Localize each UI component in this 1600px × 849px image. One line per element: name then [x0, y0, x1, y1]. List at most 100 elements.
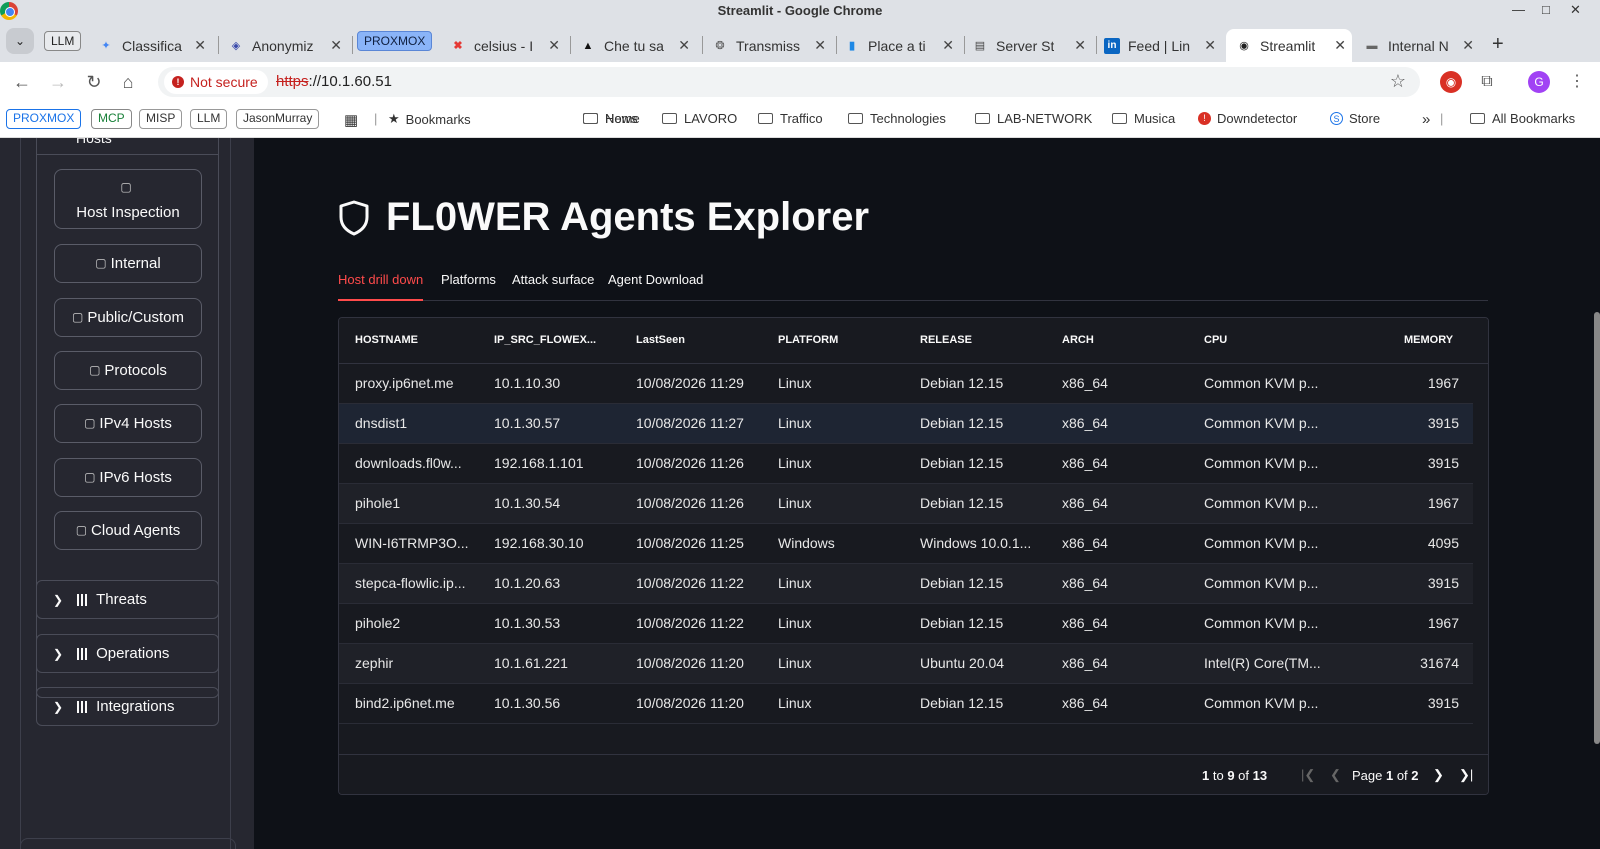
cell-arch[interactable]: x86_64	[1062, 375, 1192, 391]
table-row[interactable]: stepca-flowlic.ip... 10.1.20.63 10/08/2026…	[339, 564, 1473, 604]
cell-ip-src[interactable]: 10.1.30.56	[494, 695, 624, 711]
bookmark-llm[interactable]: LLM	[190, 109, 228, 129]
bookmark-mcp[interactable]: MCP	[91, 109, 132, 129]
bookmark-downdetector[interactable]: ! Downdetector	[1198, 111, 1297, 126]
cell-release[interactable]: Debian 12.15	[920, 495, 1035, 511]
cell-lastseen[interactable]: 10/08/2026 11:26	[636, 455, 766, 471]
tab-attack-surface[interactable]: Attack surface	[512, 272, 594, 301]
cell-hostname[interactable]: zephir	[355, 655, 475, 671]
integrations-expander[interactable]: ❯ Integrations	[36, 687, 219, 726]
cell-arch[interactable]: x86_64	[1062, 615, 1192, 631]
cell-platform[interactable]: Linux	[778, 495, 908, 511]
home-icon[interactable]: ⌂	[116, 70, 140, 94]
cell-arch[interactable]: x86_64	[1062, 495, 1192, 511]
tab-close-icon[interactable]: ✕	[194, 37, 206, 54]
forward-icon[interactable]: →	[46, 70, 70, 94]
tab-close-icon[interactable]: ✕	[814, 37, 826, 54]
cell-ip-src[interactable]: 10.1.61.221	[494, 655, 624, 671]
bookmark-musica[interactable]: Musica	[1112, 111, 1175, 126]
column-header-ip-src[interactable]: IP_SRC_FLOWEX...	[494, 334, 596, 346]
cell-platform[interactable]: Linux	[778, 655, 908, 671]
column-header-lastseen[interactable]: LastSeen	[636, 334, 685, 346]
cell-platform[interactable]: Windows	[778, 535, 908, 551]
more-bookmarks-icon[interactable]: »	[1422, 111, 1430, 128]
page-scrollbar[interactable]	[1594, 312, 1600, 744]
table-row[interactable]: pihole2 10.1.30.53 10/08/2026 11:22 Linux De…	[339, 604, 1473, 644]
bookmark-bookmarks[interactable]: ★ Bookmarks	[388, 111, 471, 127]
cell-arch[interactable]: x86_64	[1062, 415, 1192, 431]
tab-place-a-ti[interactable]: ▮ Place a ti ✕	[844, 29, 960, 62]
tab-agent-download[interactable]: Agent Download	[608, 272, 703, 301]
column-header-memory[interactable]: MEMORY	[1404, 334, 1453, 346]
menu-icon[interactable]: ⋮	[1566, 71, 1588, 93]
cell-platform[interactable]: Linux	[778, 415, 908, 431]
cell-hostname[interactable]: pihole1	[355, 495, 475, 511]
cell-platform[interactable]: Linux	[778, 455, 908, 471]
cell-cpu[interactable]: Intel(R) Core(TM...	[1204, 655, 1324, 671]
table-row[interactable]: WIN-I6TRMP3O... 192.168.30.10 10/08/2026 1…	[339, 524, 1473, 564]
tab-internal[interactable]: ▬ Internal N ✕	[1364, 29, 1480, 62]
cell-lastseen[interactable]: 10/08/2026 11:25	[636, 535, 766, 551]
tab-close-icon[interactable]: ✕	[548, 37, 560, 54]
bookmark-star-icon[interactable]: ☆	[1390, 71, 1406, 92]
cell-platform[interactable]: Linux	[778, 615, 908, 631]
cell-release[interactable]: Windows 10.0.1...	[920, 535, 1035, 551]
cell-memory[interactable]: 3915	[1349, 455, 1459, 471]
protocols-button[interactable]: ▢ Protocols	[54, 351, 202, 390]
tab-close-icon[interactable]: ✕	[1462, 37, 1474, 54]
ipv4-hosts-button[interactable]: ▢ IPv4 Hosts	[54, 404, 202, 443]
tab-host-drill-down[interactable]: Host drill down	[338, 272, 424, 301]
table-row[interactable]: downloads.fl0w... 192.168.1.101 10/08/2026…	[339, 444, 1473, 484]
column-header-arch[interactable]: ARCH	[1062, 334, 1094, 346]
first-page-icon[interactable]: |❮	[1301, 767, 1315, 783]
cell-platform[interactable]: Linux	[778, 695, 908, 711]
bookmark-technologies[interactable]: Technologies	[848, 111, 946, 126]
cell-ip-src[interactable]: 192.168.30.10	[494, 535, 624, 551]
table-row[interactable]: dnsdist1 10.1.30.57 10/08/2026 11:27 Linux D…	[339, 404, 1473, 444]
ipv6-hosts-button[interactable]: ▢ IPv6 Hosts	[54, 458, 202, 497]
extensions-icon[interactable]: ⧉	[1476, 71, 1498, 93]
cell-release[interactable]: Debian 12.15	[920, 455, 1035, 471]
close-window-icon[interactable]: ✕	[1570, 2, 1581, 18]
profile-avatar[interactable]: G	[1528, 71, 1550, 93]
cell-hostname[interactable]: WIN-I6TRMP3O...	[355, 535, 475, 551]
threats-expander[interactable]: ❯ Threats	[36, 580, 219, 619]
cell-memory[interactable]: 3915	[1349, 695, 1459, 711]
host-inspection-button[interactable]: ▢ Host Inspection	[54, 169, 202, 229]
address-bar[interactable]: ! Not secure https://10.1.60.51 ☆	[158, 67, 1420, 97]
column-header-hostname[interactable]: HOSTNAME	[355, 334, 418, 346]
cell-lastseen[interactable]: 10/08/2026 11:27	[636, 415, 766, 431]
table-row[interactable]: zephir 10.1.61.221 10/08/2026 11:20 Linux Ub…	[339, 644, 1473, 684]
cell-cpu[interactable]: Common KVM p...	[1204, 575, 1324, 591]
tab-streamlit[interactable]: ◉ Streamlit ✕	[1226, 29, 1352, 62]
table-row[interactable]: pihole1 10.1.30.54 10/08/2026 11:26 Linux De…	[339, 484, 1473, 524]
cell-lastseen[interactable]: 10/08/2026 11:29	[636, 375, 766, 391]
column-header-platform[interactable]: PLATFORM	[778, 334, 838, 346]
cell-arch[interactable]: x86_64	[1062, 535, 1192, 551]
previous-page-icon[interactable]: ❮	[1330, 767, 1341, 783]
operations-expander[interactable]: ❯ Operations	[36, 634, 219, 673]
tab-anonymiz[interactable]: ◈ Anonymiz ✕	[228, 29, 348, 62]
cell-lastseen[interactable]: 10/08/2026 11:22	[636, 575, 766, 591]
bookmark-traffico[interactable]: Traffico	[758, 111, 823, 126]
maximize-icon[interactable]: □	[1542, 2, 1550, 17]
tab-classifica[interactable]: ✦ Classifica ✕	[98, 29, 212, 62]
minimize-icon[interactable]: —	[1512, 2, 1525, 17]
column-header-release[interactable]: RELEASE	[920, 334, 972, 346]
new-tab-icon[interactable]: +	[1492, 28, 1504, 61]
cell-ip-src[interactable]: 10.1.20.63	[494, 575, 624, 591]
cell-arch[interactable]: x86_64	[1062, 695, 1192, 711]
next-page-icon[interactable]: ❯	[1433, 767, 1444, 783]
tab-linkedin-feed[interactable]: in Feed | Lin ✕	[1104, 29, 1222, 62]
cloud-agents-button[interactable]: ▢ Cloud Agents	[54, 511, 202, 550]
cell-release[interactable]: Debian 12.15	[920, 575, 1035, 591]
cell-cpu[interactable]: Common KVM p...	[1204, 415, 1324, 431]
cell-cpu[interactable]: Common KVM p...	[1204, 695, 1324, 711]
cell-hostname[interactable]: bind2.ip6net.me	[355, 695, 475, 711]
bookmark-jasonmurray[interactable]: JasonMurray	[236, 109, 320, 129]
cell-memory[interactable]: 31674	[1349, 655, 1459, 671]
column-header-cpu[interactable]: CPU	[1204, 334, 1227, 346]
cell-hostname[interactable]: stepca-flowlic.ip...	[355, 575, 475, 591]
cell-arch[interactable]: x86_64	[1062, 575, 1192, 591]
ublock-icon[interactable]: ◉	[1440, 71, 1462, 93]
